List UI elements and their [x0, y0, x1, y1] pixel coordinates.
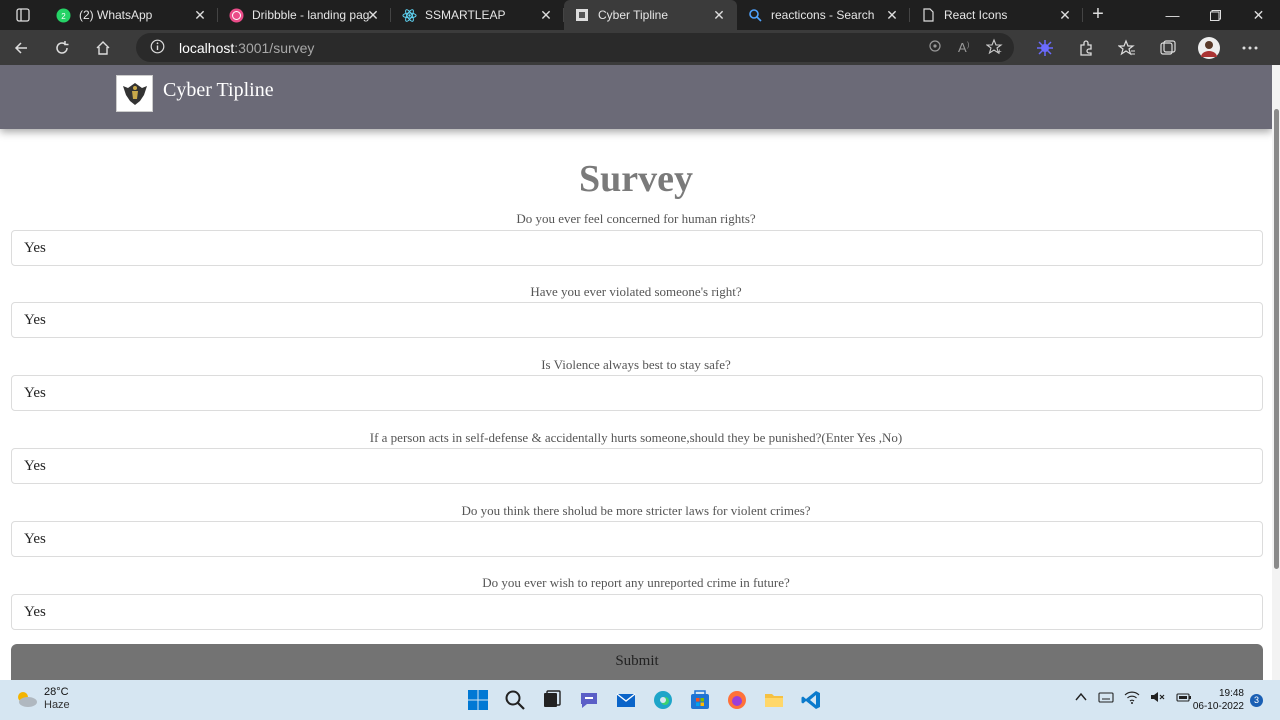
tab-actions-icon[interactable]: [0, 0, 45, 30]
tab-dribbble[interactable]: Dribbble - landing pag ✕: [218, 0, 391, 30]
clock-time: 19:48: [1218, 688, 1244, 699]
svg-text:+: +: [997, 47, 1002, 56]
address-bar[interactable]: localhost:3001/survey A) +: [136, 33, 1014, 62]
weather-condition: Haze: [44, 699, 70, 711]
whatsapp-icon: 2: [55, 7, 71, 23]
document-icon: [920, 7, 936, 23]
svg-text:): ): [967, 42, 969, 49]
react-icon: [401, 7, 417, 23]
system-clock[interactable]: 19:48 06-10-2022: [1186, 687, 1244, 713]
site-header: Cyber Tipline: [0, 65, 1272, 129]
teams-chat-icon[interactable]: [573, 684, 605, 716]
location-icon[interactable]: [926, 38, 944, 59]
extensions-icon[interactable]: [1065, 30, 1106, 65]
taskbar: 28°C Haze 19:48 06-10-2022 3: [0, 680, 1280, 720]
start-icon[interactable]: [462, 684, 494, 716]
question-label: Do you ever wish to report any unreporte…: [482, 575, 790, 590]
chevron-up-icon[interactable]: [1074, 690, 1088, 709]
maximize-icon[interactable]: [1194, 0, 1237, 30]
collections-icon[interactable]: [1147, 30, 1188, 65]
tab-title: (2) WhatsApp: [79, 8, 153, 22]
page-viewport: Cyber Tipline Survey Do you ever feel co…: [0, 65, 1272, 680]
url-host: localhost: [179, 39, 235, 56]
close-icon[interactable]: ✕: [538, 7, 554, 23]
tab-title: SSMARTLEAP: [425, 8, 506, 22]
question-label: If a person acts in self-defense & accid…: [369, 430, 903, 445]
question-label: Do you think there sholud be more strict…: [461, 503, 811, 518]
answer-input[interactable]: Yes: [11, 521, 1263, 557]
weather-widget[interactable]: 28°C Haze: [14, 686, 70, 712]
close-icon[interactable]: ✕: [1057, 7, 1073, 23]
site-brand[interactable]: Cyber Tipline: [163, 79, 274, 102]
tab-title: Dribbble - landing pag: [252, 8, 370, 22]
read-aloud-icon[interactable]: A): [956, 38, 974, 59]
tab-react-icons[interactable]: React Icons ✕: [910, 0, 1083, 30]
home-icon[interactable]: [82, 30, 123, 65]
answer-input[interactable]: Yes: [11, 230, 1263, 266]
question-label: Do you ever feel concerned for human rig…: [516, 211, 756, 226]
volume-muted-icon[interactable]: [1150, 690, 1166, 709]
url-path: :3001/survey: [234, 39, 315, 56]
tab-title: Cyber Tipline: [598, 8, 669, 22]
store-icon[interactable]: [684, 684, 716, 716]
toolbar-icons: [1024, 30, 1270, 65]
answer-input[interactable]: Yes: [11, 594, 1263, 630]
info-icon[interactable]: [150, 39, 165, 57]
haze-icon: [18, 692, 37, 707]
scrollbar-thumb[interactable]: [1274, 109, 1279, 569]
tab-whatsapp[interactable]: 2 (2) WhatsApp ✕: [45, 0, 218, 30]
back-icon[interactable]: [0, 30, 41, 65]
close-icon[interactable]: ✕: [711, 7, 727, 23]
tab-title: React Icons: [944, 8, 1008, 22]
mail-icon[interactable]: [610, 684, 642, 716]
question-label: Is Violence always best to stay safe?: [541, 357, 731, 372]
vscode-icon[interactable]: [795, 684, 827, 716]
dribbble-icon: [228, 7, 244, 23]
favorites-icon[interactable]: [1106, 30, 1147, 65]
keyboard-icon[interactable]: [1098, 690, 1114, 709]
question-label: Have you ever violated someone's right?: [530, 284, 742, 299]
task-view-icon[interactable]: [536, 684, 568, 716]
tab-reacticons-search[interactable]: reacticons - Search ✕: [737, 0, 910, 30]
minimize-icon[interactable]: —: [1151, 0, 1194, 30]
new-tab-button[interactable]: +: [1083, 0, 1113, 30]
tab-cyber-tipline[interactable]: Cyber Tipline ✕: [564, 0, 737, 30]
browser-tab-strip: 2 (2) WhatsApp ✕ Dribbble - landing pag …: [0, 0, 1280, 30]
extension-icon[interactable]: [1024, 30, 1065, 65]
clock-date: 06-10-2022: [1192, 701, 1244, 712]
firefox-icon[interactable]: [721, 684, 753, 716]
svg-text:2: 2: [61, 12, 66, 21]
edge-icon[interactable]: [647, 684, 679, 716]
profile-avatar[interactable]: [1188, 30, 1229, 65]
close-icon[interactable]: ✕: [365, 7, 381, 23]
more-options-icon[interactable]: [1229, 30, 1270, 65]
system-tray: [1074, 690, 1192, 709]
notification-badge[interactable]: 3: [1250, 694, 1263, 707]
taskbar-apps: [462, 684, 827, 716]
page-scrollbar[interactable]: [1272, 65, 1280, 680]
tab-ssmartleap[interactable]: SSMARTLEAP ✕: [391, 0, 564, 30]
page-title: Survey: [579, 158, 693, 200]
weather-temp: 28°C: [44, 686, 69, 698]
refresh-icon[interactable]: [41, 30, 82, 65]
emblem-logo[interactable]: [116, 75, 153, 112]
page-icon: [574, 7, 590, 23]
answer-input[interactable]: Yes: [11, 448, 1263, 484]
svg-text:A: A: [958, 40, 967, 55]
submit-button[interactable]: Submit: [11, 644, 1263, 680]
close-window-icon[interactable]: ✕: [1237, 0, 1280, 30]
window-controls: — ✕: [1151, 0, 1280, 30]
close-icon[interactable]: ✕: [884, 7, 900, 23]
search-icon[interactable]: [499, 684, 531, 716]
file-explorer-icon[interactable]: [758, 684, 790, 716]
add-favorite-icon[interactable]: +: [985, 38, 1004, 59]
search-icon: [747, 7, 763, 23]
answer-input[interactable]: Yes: [11, 375, 1263, 411]
close-icon[interactable]: ✕: [192, 7, 208, 23]
wifi-icon[interactable]: [1124, 690, 1140, 709]
tab-title: reacticons - Search: [771, 8, 875, 22]
answer-input[interactable]: Yes: [11, 302, 1263, 338]
